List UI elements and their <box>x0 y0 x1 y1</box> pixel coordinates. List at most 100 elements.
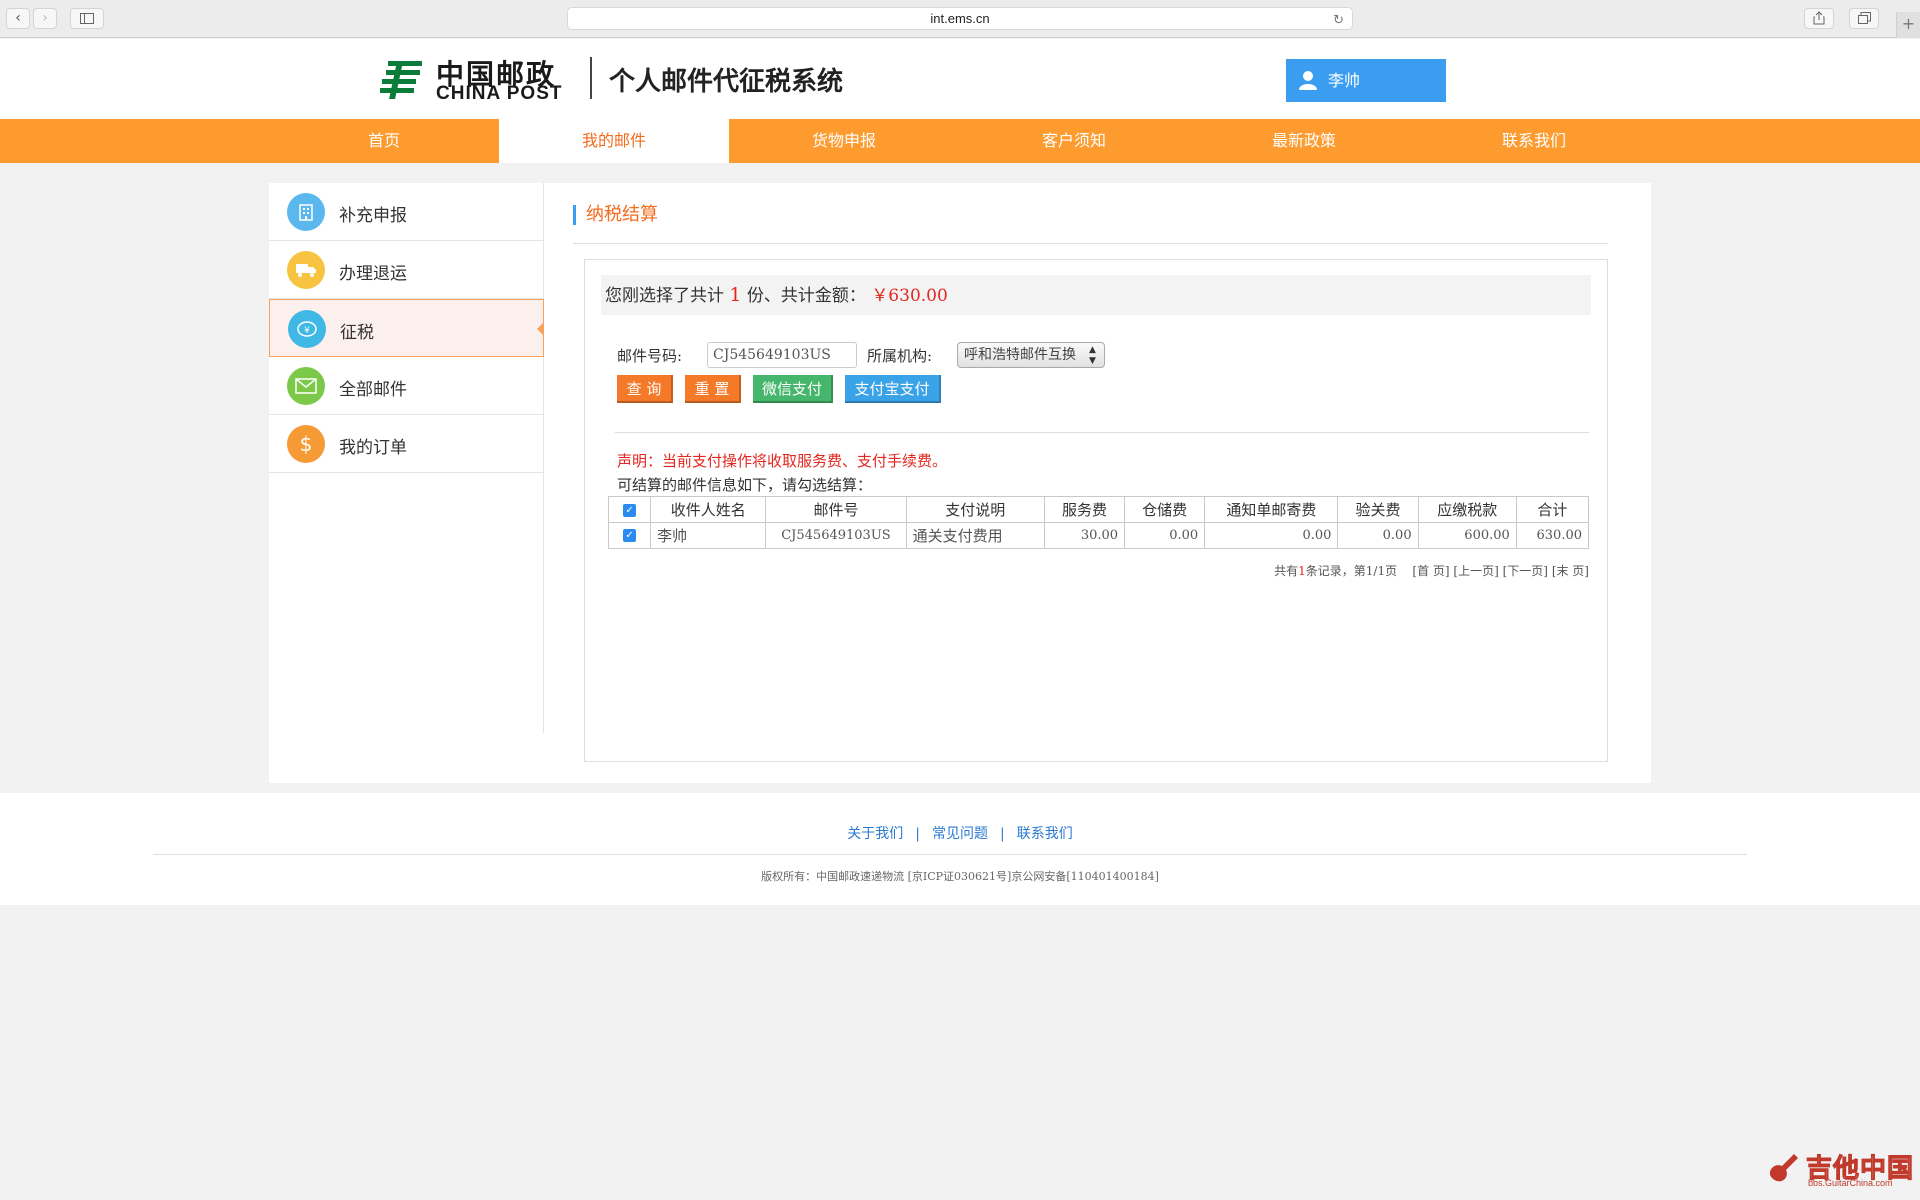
china-post-logo-icon <box>380 61 422 99</box>
footer-divider <box>153 854 1747 855</box>
sidebar-item-return-shipment[interactable]: 办理退运 <box>269 241 544 299</box>
section-title: 纳税结算 <box>573 205 658 225</box>
logo-divider <box>590 57 592 99</box>
summary-amount: ￥630.00 <box>871 286 948 306</box>
share-button[interactable] <box>1804 8 1834 29</box>
column-header: 应缴税款 <box>1417 496 1517 523</box>
back-button[interactable]: ‹ <box>6 8 30 29</box>
pager-prev[interactable]: [上一页] <box>1453 564 1498 578</box>
address-bar[interactable]: int.ems.cn ↻ <box>567 7 1353 30</box>
mail-number-cell: CJ545649103US <box>765 522 907 549</box>
main-panel: 补充申报 办理退运 ¥ 征税 全部邮件 $ 我的订单 纳税结算 您刚选择了共计 … <box>269 183 1651 783</box>
reload-icon[interactable]: ↻ <box>1333 10 1344 31</box>
browser-toolbar: ‹ › int.ems.cn ↻ + <box>0 0 1920 38</box>
column-header: 仓储费 <box>1124 496 1206 523</box>
sidebar-icon <box>80 13 94 24</box>
sidebar: 补充申报 办理退运 ¥ 征税 全部邮件 $ 我的订单 <box>269 183 544 733</box>
pager-prefix: 共有 <box>1274 564 1299 578</box>
tax-settlement-box: 您刚选择了共计 1 份、共计金额： ￥630.00 邮件号码: CJ545649… <box>584 259 1608 762</box>
tax-icon: ¥ <box>288 310 326 348</box>
footer-links: 关于我们 | 常见问题 | 联系我们 <box>0 823 1920 843</box>
pager-first[interactable]: [首 页] <box>1412 564 1449 578</box>
user-account-button[interactable]: 李帅 <box>1286 59 1446 102</box>
nav-item-my-mail[interactable]: 我的邮件 <box>499 119 729 163</box>
section-divider <box>573 243 1608 244</box>
nav-item-customer-notice[interactable]: 客户须知 <box>959 119 1189 163</box>
org-select-value: 呼和浩特邮件互换 <box>964 347 1076 363</box>
user-name: 李帅 <box>1328 71 1361 90</box>
mail-number-label: 邮件号码: <box>617 347 683 365</box>
column-header: 邮件号 <box>765 496 907 523</box>
logo-english-text: CHINA POST <box>436 83 563 104</box>
fee-notice: 声明：当前支付操作将收取服务费、支付手续费。 <box>617 452 948 470</box>
footer-separator: | <box>915 826 920 842</box>
site-footer: 关于我们 | 常见问题 | 联系我们 版权所有：中国邮政速递物流 [京ICP证03062… <box>0 793 1920 905</box>
total-cell: 630.00 <box>1515 522 1590 549</box>
copyright-text: 版权所有：中国邮政速递物流 [京ICP证030621号]京公网安备[110401… <box>761 870 1159 883</box>
pager-count: 1 <box>1298 564 1306 578</box>
user-icon <box>1299 71 1317 90</box>
org-label: 所属机构: <box>867 347 933 365</box>
table-row: ✓ 李帅 CJ545649103US 通关支付费用 30.00 0.00 0.0… <box>607 522 1590 549</box>
column-header: 支付说明 <box>905 496 1045 523</box>
wechat-pay-button[interactable]: 微信支付 <box>753 375 833 403</box>
table-header-row: ✓ 收件人姓名 邮件号 支付说明 服务费 仓储费 通知单邮寄费 验关费 应缴税款… <box>607 496 1590 523</box>
sidebar-item-label: 补充申报 <box>339 206 407 226</box>
alipay-button[interactable]: 支付宝支付 <box>845 375 941 403</box>
selection-hint: 可结算的邮件信息如下，请勾选结算： <box>617 476 873 494</box>
summary-prefix: 您刚选择了共计 <box>605 286 724 306</box>
guitar-logo-icon <box>1769 1154 1798 1182</box>
truck-icon <box>287 251 325 289</box>
sidebar-item-my-orders[interactable]: $ 我的订单 <box>269 415 544 473</box>
new-tab-button[interactable]: + <box>1896 12 1920 38</box>
row-checkbox[interactable]: ✓ <box>623 529 637 542</box>
payment-desc-cell: 通关支付费用 <box>905 522 1045 549</box>
pager-suffix: 条记录，第1/1页 <box>1305 564 1398 578</box>
footer-link-about[interactable]: 关于我们 <box>847 826 903 842</box>
selection-summary: 您刚选择了共计 1 份、共计金额： ￥630.00 <box>601 275 1591 315</box>
pager-next[interactable]: [下一页] <box>1503 564 1548 578</box>
footer-link-faq[interactable]: 常见问题 <box>932 826 988 842</box>
row-select-cell: ✓ <box>607 522 652 549</box>
watermark-subtext: bbs.GuitarChina.com <box>1808 1178 1893 1188</box>
reset-button[interactable]: 重 置 <box>685 375 741 403</box>
sidebar-item-label: 全部邮件 <box>339 380 407 400</box>
query-button[interactable]: 查 询 <box>617 375 673 403</box>
select-all-checkbox[interactable]: ✓ <box>623 504 637 517</box>
sidebar-item-all-mail[interactable]: 全部邮件 <box>269 357 544 415</box>
sidebar-toggle-button[interactable] <box>70 8 104 29</box>
recipient-name-cell: 李帅 <box>650 522 767 549</box>
footer-separator: | <box>1000 826 1005 842</box>
nav-item-goods-declaration[interactable]: 货物申报 <box>729 119 959 163</box>
share-icon <box>1813 11 1825 25</box>
column-header: 收件人姓名 <box>650 496 767 523</box>
mail-table: ✓ 收件人姓名 邮件号 支付说明 服务费 仓储费 通知单邮寄费 验关费 应缴税款… <box>607 496 1590 549</box>
column-header: 服务费 <box>1043 496 1126 523</box>
watermark: 吉他中国 bbs.GuitarChina.com <box>1764 1148 1914 1190</box>
mail-number-input[interactable]: CJ545649103US <box>707 342 857 368</box>
tax-amount-cell: 600.00 <box>1417 522 1517 549</box>
pager-last[interactable]: [末 页] <box>1552 564 1589 578</box>
nav-item-home[interactable]: 首页 <box>269 119 499 163</box>
pagination: 共有1条记录，第1/1页 [首 页] [上一页] [下一页] [末 页] <box>1274 562 1589 579</box>
sidebar-item-label: 征税 <box>340 323 374 343</box>
main-nav: 首页 我的邮件 货物申报 客户须知 最新政策 联系我们 <box>0 119 1920 163</box>
forward-button[interactable]: › <box>33 8 57 29</box>
column-header: 通知单邮寄费 <box>1204 496 1339 523</box>
select-arrows-icon: ▲ ▼ <box>1089 345 1096 366</box>
org-select[interactable]: 呼和浩特邮件互换 ▲ ▼ <box>957 342 1105 368</box>
url-text: int.ems.cn <box>930 11 990 26</box>
building-icon <box>287 193 325 231</box>
sidebar-item-tax[interactable]: ¥ 征税 <box>269 299 544 357</box>
sidebar-item-supplementary-declaration[interactable]: 补充申报 <box>269 183 544 241</box>
mail-icon <box>287 367 325 405</box>
summary-count: 1 <box>729 284 742 306</box>
tabs-button[interactable] <box>1849 8 1879 29</box>
sidebar-item-label: 办理退运 <box>339 264 407 284</box>
footer-link-contact[interactable]: 联系我们 <box>1017 826 1073 842</box>
content-area: 纳税结算 您刚选择了共计 1 份、共计金额： ￥630.00 邮件号码: CJ5… <box>573 183 1618 783</box>
storage-fee-cell: 0.00 <box>1124 522 1206 549</box>
sidebar-item-label: 我的订单 <box>339 438 407 458</box>
nav-item-contact-us[interactable]: 联系我们 <box>1419 119 1649 163</box>
nav-item-latest-policy[interactable]: 最新政策 <box>1189 119 1419 163</box>
